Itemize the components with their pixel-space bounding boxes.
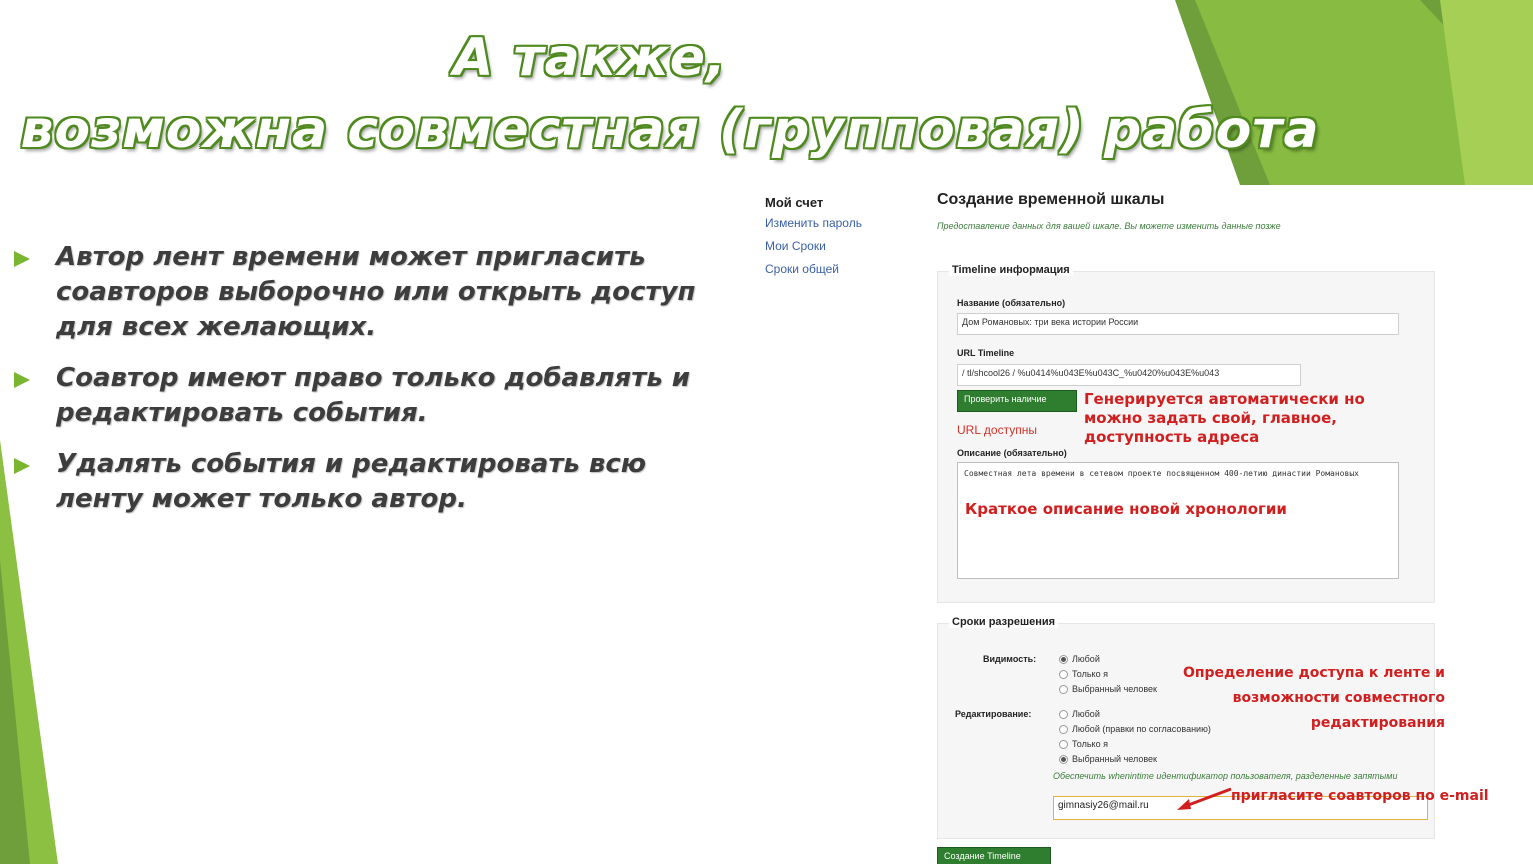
- editors-hint: Обеспечить whenintime идентификатор поль…: [1053, 771, 1398, 781]
- annotation-access: Определение доступа к ленте и возможност…: [1182, 665, 1445, 731]
- radio-selected-icon: [1059, 655, 1068, 665]
- bullet-item: Автор лент времени может пригласить соав…: [14, 240, 714, 345]
- radio-label: Только я: [1072, 669, 1108, 679]
- radio-label: Только я: [1072, 739, 1108, 749]
- radio-label: Выбранный человек: [1072, 754, 1157, 764]
- radio-icon: [1059, 740, 1068, 750]
- url-label: URL Timeline: [957, 348, 1015, 358]
- account-heading: Мой счет: [765, 195, 824, 210]
- visibility-option-anyone[interactable]: Любой: [1059, 654, 1100, 665]
- annotation-auto-generated: Генерируется автоматически но можно зада…: [1084, 390, 1365, 446]
- visibility-label: Видимость:: [983, 654, 1037, 664]
- visibility-option-only-me[interactable]: Только я: [1059, 669, 1108, 680]
- bullet-arrow-icon: [14, 372, 30, 388]
- create-timeline-button[interactable]: Создание Timeline: [937, 847, 1051, 864]
- bullet-item: Удалять события и редактировать всю лент…: [14, 447, 714, 517]
- editing-option-only-me[interactable]: Только я: [1059, 739, 1108, 750]
- annotation-arrow-icon: [1177, 787, 1232, 810]
- slide-title-line2: возможна совместная (групповая) работа: [20, 100, 1320, 160]
- annotation-description: Краткое описание новой хронологии: [965, 500, 1287, 518]
- account-sidebar: Мой счет Изменить пароль Мои Сроки Сроки…: [765, 195, 862, 285]
- editing-option-anyone[interactable]: Любой: [1059, 709, 1100, 720]
- form-subheading: Предоставление данных для вашей шкале. В…: [937, 221, 1281, 231]
- sidebar-link-change-password[interactable]: Изменить пароль: [765, 216, 862, 230]
- radio-label: Выбранный человек: [1072, 684, 1157, 694]
- timeline-info-legend: Timeline информация: [949, 264, 1073, 276]
- editing-option-selected-person[interactable]: Выбранный человек: [1059, 754, 1157, 765]
- name-input[interactable]: Дом Романовых: три века истории России: [957, 313, 1399, 335]
- permissions-legend: Сроки разрешения: [949, 616, 1059, 628]
- radio-icon: [1059, 685, 1068, 695]
- description-label: Описание (обязательно): [957, 448, 1067, 458]
- sidebar-link-my-timelines[interactable]: Мои Сроки: [765, 239, 862, 253]
- radio-icon: [1059, 710, 1068, 720]
- url-status-text: URL доступны: [957, 423, 1037, 437]
- bullet-text: Соавтор имеют право только добавлять и р…: [56, 363, 691, 428]
- visibility-option-selected-person[interactable]: Выбранный человек: [1059, 684, 1157, 695]
- sidebar-link-shared-timelines[interactable]: Сроки общей: [765, 262, 862, 276]
- radio-icon: [1059, 725, 1068, 735]
- bullet-text: Автор лент времени может пригласить соав…: [56, 242, 696, 342]
- slide-title-line1: А также,: [453, 28, 727, 88]
- name-label: Название (обязательно): [957, 298, 1066, 308]
- description-text: Совместная лета времени в сетевом проект…: [964, 469, 1359, 478]
- radio-selected-icon: [1059, 755, 1068, 765]
- annotation-invite: пригласите соавторов по e-mail: [1231, 788, 1489, 804]
- radio-icon: [1059, 670, 1068, 680]
- bullet-item: Соавтор имеют право только добавлять и р…: [14, 361, 714, 431]
- radio-label: Любой: [1072, 654, 1100, 664]
- form-heading: Создание временной шкалы: [937, 191, 1165, 208]
- radio-label: Любой: [1072, 709, 1100, 719]
- bullet-arrow-icon: [14, 251, 30, 267]
- url-input[interactable]: / tl/shcool26 / %u0414%u043E%u043C_%u042…: [957, 364, 1301, 386]
- bullet-list: Автор лент времени может пригласить соав…: [14, 240, 714, 533]
- embedded-screenshot: Мой счет Изменить пароль Мои Сроки Сроки…: [755, 185, 1533, 864]
- editing-label: Редактирование:: [955, 709, 1032, 719]
- bullet-text: Удалять события и редактировать всю лент…: [56, 449, 647, 514]
- bullet-arrow-icon: [14, 458, 30, 474]
- description-textarea[interactable]: Совместная лета времени в сетевом проект…: [957, 462, 1399, 579]
- check-availability-button[interactable]: Проверить наличие: [957, 390, 1077, 412]
